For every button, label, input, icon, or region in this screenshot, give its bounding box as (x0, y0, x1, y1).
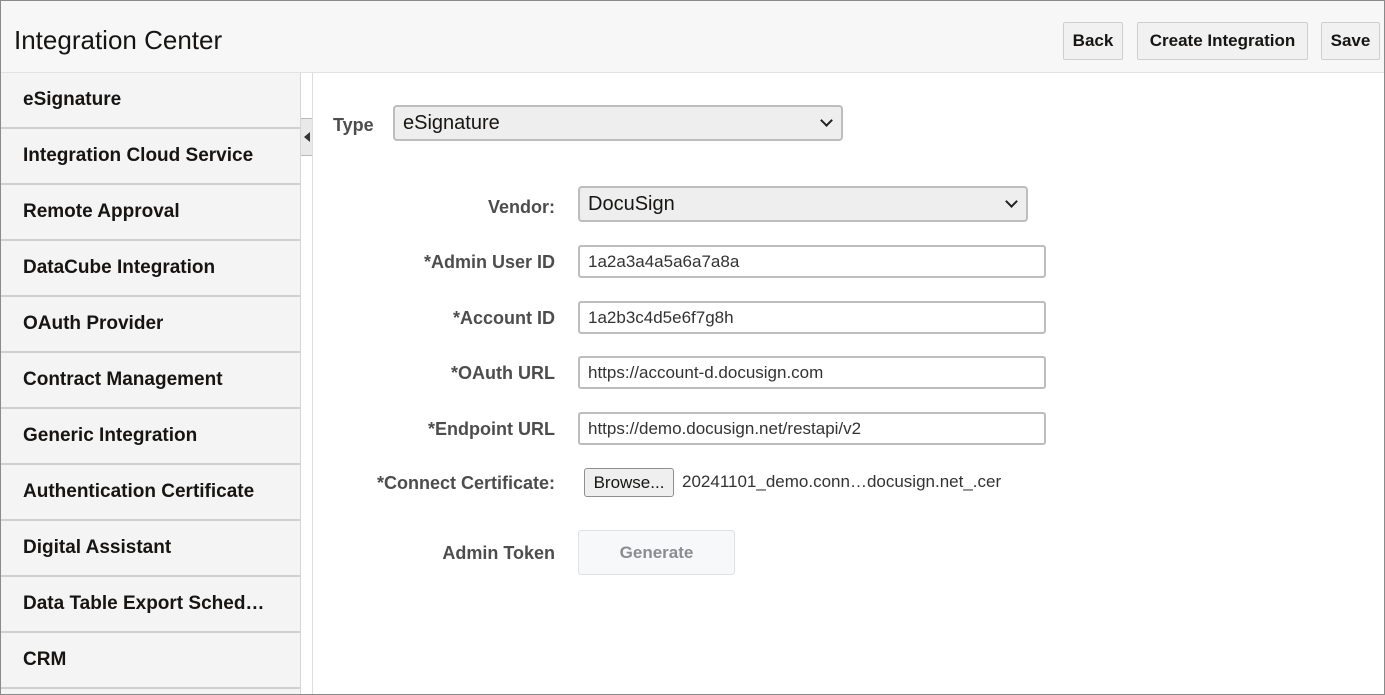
sidebar-item-contract-management[interactable]: Contract Management (1, 353, 300, 409)
sidebar-item-authentication-certificate[interactable]: Authentication Certificate (1, 465, 300, 521)
sidebar-item-label: OAuth Provider (23, 313, 164, 334)
sidebar-item-label: Authentication Certificate (23, 481, 255, 502)
sidebar-item-crm[interactable]: CRM (1, 633, 300, 689)
endpoint-url-input[interactable] (578, 412, 1046, 445)
chevron-down-icon (820, 114, 833, 127)
caret-left-icon (303, 132, 310, 142)
admin-token-label: Admin Token (442, 543, 555, 563)
chevron-down-icon (1005, 195, 1018, 208)
save-button[interactable]: Save (1321, 22, 1380, 60)
oauth-url-label: *OAuth URL (451, 363, 555, 383)
type-label: Type (333, 115, 374, 135)
sidebar-item-data-table-export-schedule[interactable]: Data Table Export Sched… (1, 577, 300, 633)
certificate-file-name: 20241101_demo.conn…docusign.net_.cer (682, 472, 1002, 491)
sidebar-item-label: CRM (23, 649, 67, 670)
sidebar-item-label: Integration Cloud Service (23, 145, 254, 166)
vendor-select-value: DocuSign (588, 192, 675, 215)
browse-button[interactable]: Browse... (584, 468, 674, 497)
app-window: Integration Center Back Create Integrati… (0, 0, 1385, 695)
generate-button[interactable]: Generate (578, 530, 735, 575)
sidebar-item-label: DataCube Integration (23, 257, 216, 278)
sidebar-item-label: Remote Approval (23, 201, 180, 222)
sidebar-item-label: Generic Integration (23, 425, 198, 446)
endpoint-url-label: *Endpoint URL (428, 419, 555, 439)
sidebar-item-label: eSignature (23, 89, 122, 110)
create-integration-button[interactable]: Create Integration (1137, 22, 1308, 60)
back-button[interactable]: Back (1063, 22, 1123, 60)
sidebar-item-remote-approval[interactable]: Remote Approval (1, 185, 300, 241)
sidebar-item-label: Data Table Export Sched… (23, 593, 265, 614)
sidebar-item-datacube-integration[interactable]: DataCube Integration (1, 241, 300, 297)
sidebar-item-integration-cloud-service[interactable]: Integration Cloud Service (1, 129, 300, 185)
sidebar-item-generic-integration[interactable]: Generic Integration (1, 409, 300, 465)
oauth-url-input[interactable] (578, 356, 1046, 389)
vendor-select[interactable]: DocuSign (578, 186, 1028, 222)
sidebar-item-label: Contract Management (23, 369, 223, 390)
connect-certificate-label: *Connect Certificate: (376, 473, 555, 493)
type-select[interactable]: eSignature (393, 105, 843, 141)
sidebar: eSignature Integration Cloud Service Rem… (1, 73, 301, 694)
content-divider (312, 73, 313, 694)
account-id-label: *Account ID (452, 308, 555, 328)
admin-user-id-input[interactable] (578, 245, 1046, 278)
sidebar-item-digital-assistant[interactable]: Digital Assistant (1, 521, 300, 577)
page-title: Integration Center (14, 25, 223, 55)
sidebar-item-label: Digital Assistant (23, 537, 172, 558)
vendor-label: Vendor: (487, 197, 555, 217)
sidebar-item-esignature[interactable]: eSignature (1, 73, 300, 129)
type-select-value: eSignature (403, 111, 500, 134)
admin-user-id-label: *Admin User ID (423, 252, 555, 272)
account-id-input[interactable] (578, 301, 1046, 334)
page-header: Integration Center Back Create Integrati… (1, 1, 1384, 73)
sidebar-item-oauth-provider[interactable]: OAuth Provider (1, 297, 300, 353)
